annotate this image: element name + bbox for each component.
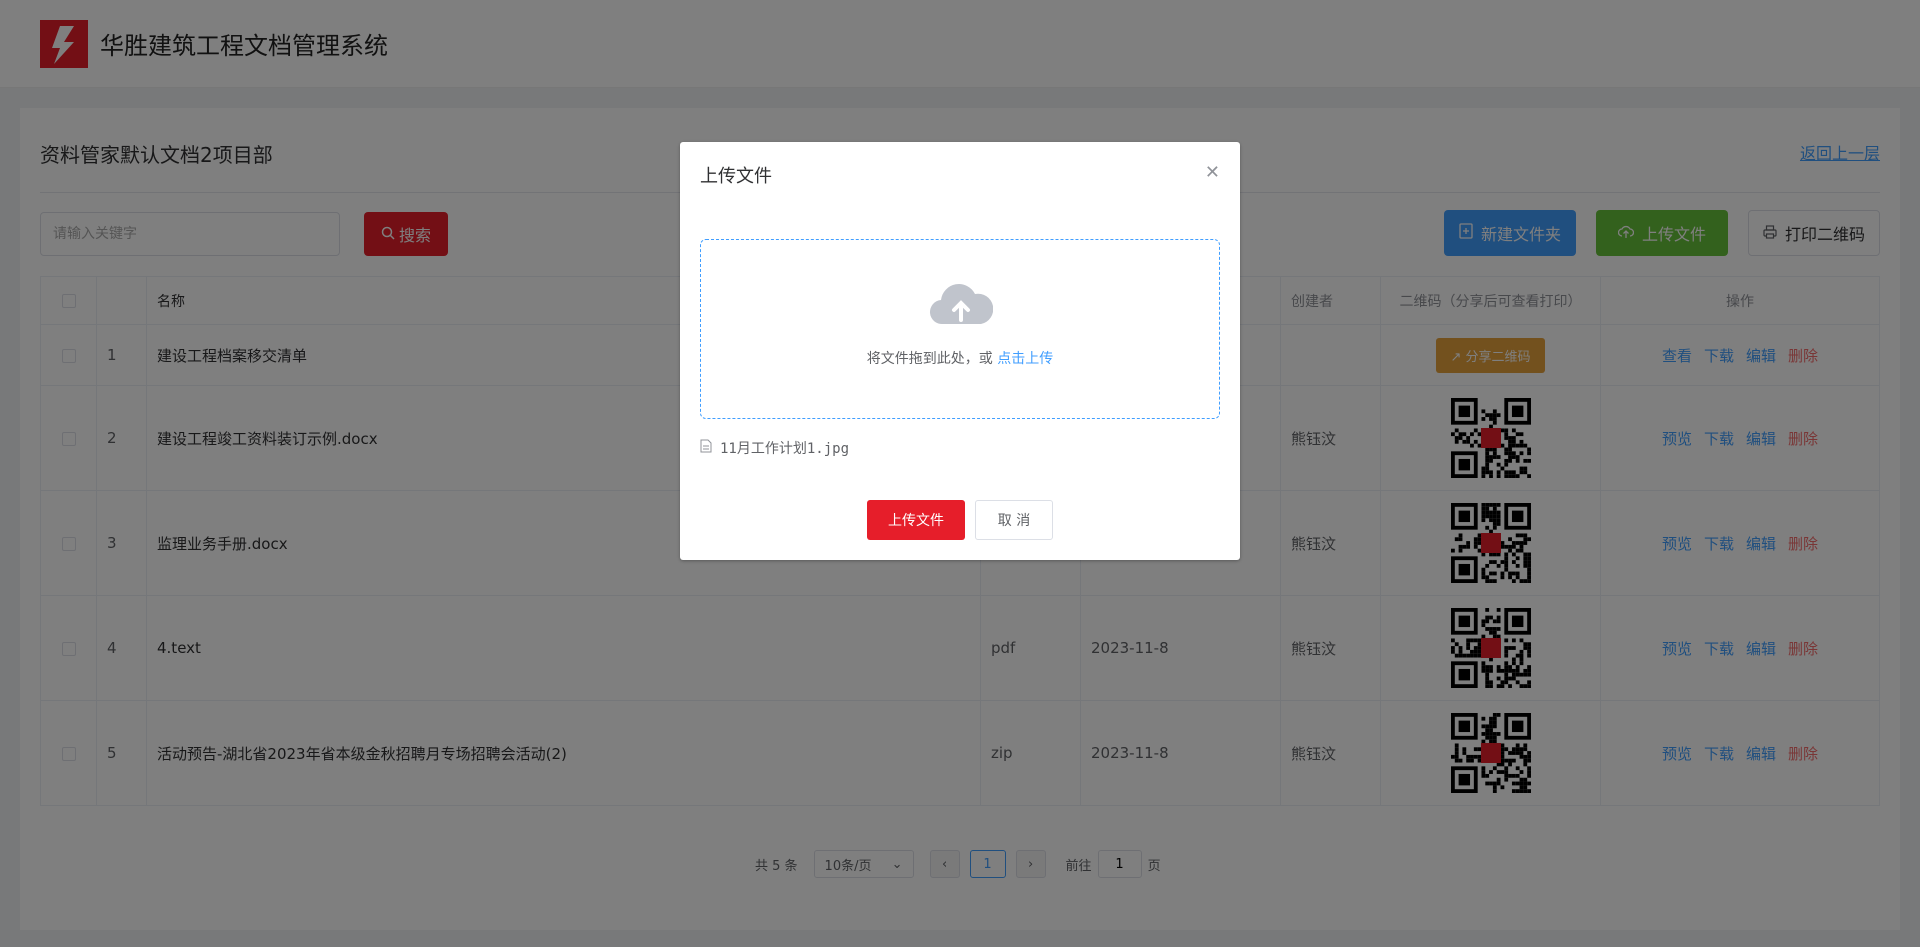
upload-dropzone[interactable]: 将文件拖到此处，或 点击上传 <box>700 239 1220 419</box>
dropzone-text: 将文件拖到此处，或 点击上传 <box>701 348 1219 368</box>
cloud-upload-icon <box>929 280 994 332</box>
upload-dialog: 上传文件 ✕ 将文件拖到此处，或 点击上传 11月工作计划1.jpg 上传文件 … <box>680 142 1240 560</box>
selected-file: 11月工作计划1.jpg <box>700 438 849 458</box>
close-icon[interactable]: ✕ <box>1205 162 1220 183</box>
click-upload-link[interactable]: 点击上传 <box>997 351 1053 367</box>
dropzone-hint: 将文件拖到此处，或 <box>866 351 993 367</box>
document-icon <box>700 439 712 457</box>
confirm-upload-button[interactable]: 上传文件 <box>867 500 965 540</box>
cancel-button[interactable]: 取 消 <box>975 500 1053 540</box>
file-name: 11月工作计划1.jpg <box>720 441 850 457</box>
dialog-title: 上传文件 <box>700 166 772 187</box>
